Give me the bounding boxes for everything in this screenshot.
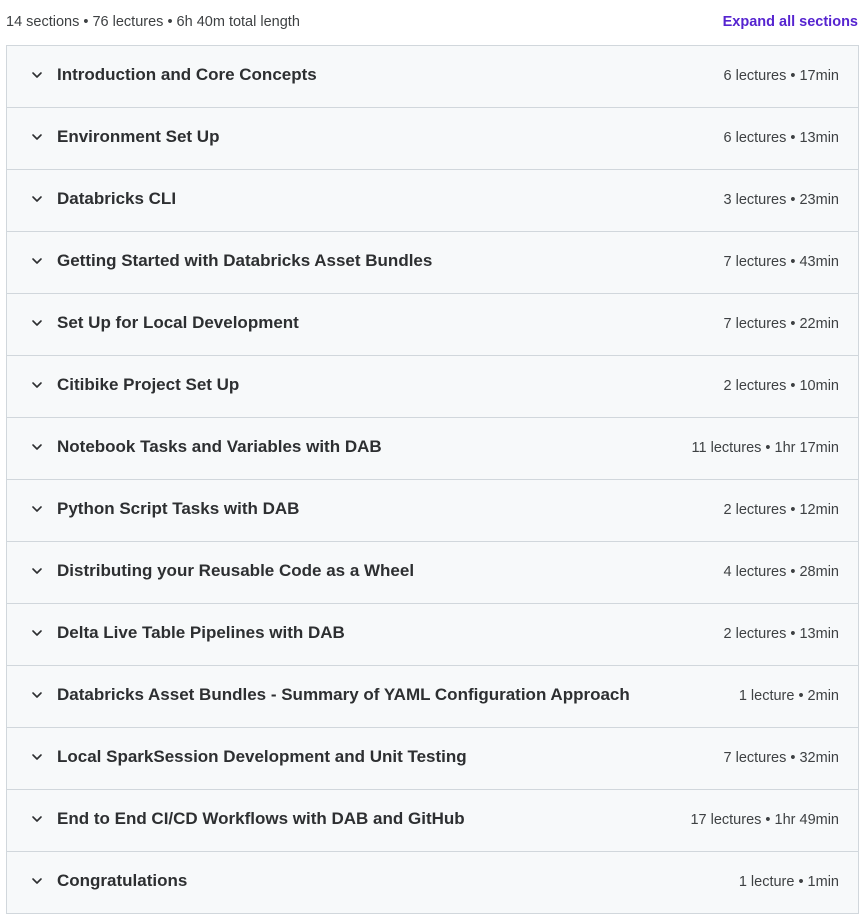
section-meta: 7 lectures • 22min [723, 316, 840, 332]
section-meta: 7 lectures • 32min [723, 750, 840, 766]
chevron-down-icon [30, 812, 44, 826]
section-row[interactable]: Databricks Asset Bundles - Summary of YA… [7, 666, 858, 728]
section-row[interactable]: Congratulations 1 lecture • 1min [7, 852, 858, 913]
chevron-down-icon [30, 564, 44, 578]
section-title: Local SparkSession Development and Unit … [57, 747, 467, 766]
section-row[interactable]: Python Script Tasks with DAB 2 lectures … [7, 480, 858, 542]
section-meta: 2 lectures • 13min [723, 626, 840, 642]
section-row[interactable]: Introduction and Core Concepts 6 lecture… [7, 46, 858, 108]
section-title: Introduction and Core Concepts [57, 65, 317, 84]
section-row[interactable]: Distributing your Reusable Code as a Whe… [7, 542, 858, 604]
expand-all-sections-button[interactable]: Expand all sections [723, 14, 858, 30]
sections-list: Introduction and Core Concepts 6 lecture… [6, 45, 859, 914]
section-title: Python Script Tasks with DAB [57, 499, 300, 518]
section-title: Databricks CLI [57, 189, 177, 208]
section-title: Citibike Project Set Up [57, 375, 240, 394]
section-title: Environment Set Up [57, 127, 220, 146]
course-summary: 14 sections • 76 lectures • 6h 40m total… [6, 14, 300, 30]
section-meta: 7 lectures • 43min [723, 254, 840, 270]
section-row[interactable]: Notebook Tasks and Variables with DAB 11… [7, 418, 858, 480]
section-row[interactable]: Citibike Project Set Up 2 lectures • 10m… [7, 356, 858, 418]
chevron-down-icon [30, 626, 44, 640]
section-meta: 1 lecture • 2min [738, 688, 839, 704]
section-title: Congratulations [57, 871, 188, 890]
chevron-down-icon [30, 192, 44, 206]
chevron-down-icon [30, 378, 44, 392]
chevron-down-icon [30, 68, 44, 82]
section-title: Databricks Asset Bundles - Summary of YA… [57, 685, 630, 704]
section-row[interactable]: End to End CI/CD Workflows with DAB and … [7, 790, 858, 852]
section-title: End to End CI/CD Workflows with DAB and … [57, 809, 465, 828]
section-meta: 2 lectures • 12min [723, 502, 840, 518]
section-title: Set Up for Local Development [57, 313, 299, 332]
section-row[interactable]: Environment Set Up 6 lectures • 13min [7, 108, 858, 170]
curriculum-header: 14 sections • 76 lectures • 6h 40m total… [0, 0, 866, 45]
chevron-down-icon [30, 254, 44, 268]
chevron-down-icon [30, 502, 44, 516]
chevron-down-icon [30, 130, 44, 144]
section-row[interactable]: Getting Started with Databricks Asset Bu… [7, 232, 858, 294]
section-row[interactable]: Local SparkSession Development and Unit … [7, 728, 858, 790]
chevron-down-icon [30, 874, 44, 888]
chevron-down-icon [30, 440, 44, 454]
section-meta: 2 lectures • 10min [723, 378, 840, 394]
section-meta: 3 lectures • 23min [723, 192, 840, 208]
section-meta: 17 lectures • 1hr 49min [690, 812, 839, 828]
section-meta: 4 lectures • 28min [723, 564, 840, 580]
section-meta: 6 lectures • 13min [723, 130, 840, 146]
section-row[interactable]: Delta Live Table Pipelines with DAB 2 le… [7, 604, 858, 666]
section-row[interactable]: Databricks CLI 3 lectures • 23min [7, 170, 858, 232]
chevron-down-icon [30, 316, 44, 330]
section-row[interactable]: Set Up for Local Development 7 lectures … [7, 294, 858, 356]
chevron-down-icon [30, 688, 44, 702]
section-title: Delta Live Table Pipelines with DAB [57, 623, 345, 642]
section-meta: 11 lectures • 1hr 17min [691, 440, 839, 456]
section-meta: 6 lectures • 17min [723, 68, 840, 84]
chevron-down-icon [30, 750, 44, 764]
section-title: Notebook Tasks and Variables with DAB [57, 437, 382, 456]
section-title: Distributing your Reusable Code as a Whe… [57, 561, 415, 580]
section-title: Getting Started with Databricks Asset Bu… [57, 251, 433, 270]
section-meta: 1 lecture • 1min [738, 874, 839, 890]
